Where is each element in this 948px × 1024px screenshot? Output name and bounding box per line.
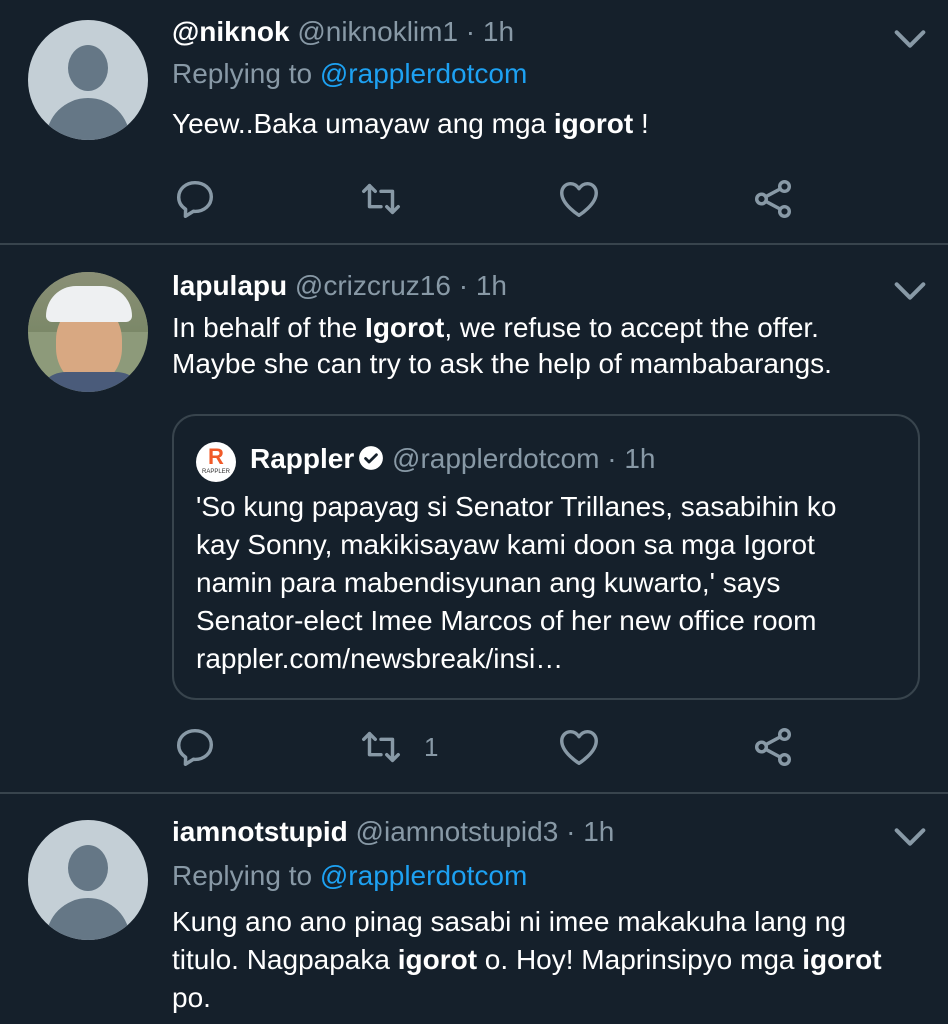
tweet-divider bbox=[0, 243, 948, 245]
text-segment: o. Hoy! Maprinsipyo mga bbox=[477, 944, 803, 975]
text-segment: ! bbox=[633, 108, 649, 139]
avatar-default[interactable] bbox=[28, 20, 148, 140]
tweet-text-line-2: Maybe she can try to ask the help of mam… bbox=[172, 348, 832, 379]
display-name[interactable]: lapulapu bbox=[172, 270, 287, 301]
retweet-icon[interactable] bbox=[358, 176, 404, 222]
tweet-text: Yeew..Baka umayaw ang mga igorot ! bbox=[172, 106, 649, 142]
retweet-icon[interactable] bbox=[358, 724, 404, 770]
timestamp[interactable]: 1h bbox=[476, 270, 507, 301]
quote-link[interactable]: rappler.com/newsbreak/insi… bbox=[196, 640, 563, 678]
rappler-logo[interactable]: R RAPPLER bbox=[196, 442, 236, 482]
replying-to-line: Replying to @rapplerdotcom bbox=[172, 858, 527, 894]
separator-dot: · bbox=[599, 443, 625, 474]
quote-handle[interactable]: @rapplerdotcom bbox=[392, 443, 599, 474]
user-handle[interactable]: @crizcruz16 bbox=[295, 270, 451, 301]
user-handle[interactable]: @iamnotstupid3 bbox=[356, 816, 559, 847]
text-highlight: igorot bbox=[802, 944, 882, 975]
replying-to-line: Replying to @rapplerdotcom bbox=[172, 56, 527, 92]
reply-icon[interactable] bbox=[172, 724, 218, 770]
reply-icon[interactable] bbox=[172, 176, 218, 222]
tweet-text-line-1: In behalf of the Igorot, we refuse to ac… bbox=[172, 310, 819, 346]
display-name[interactable]: @niknok bbox=[172, 16, 290, 47]
share-icon[interactable] bbox=[750, 724, 796, 770]
tweet-text-line-2: titulo. Nagpapaka igorot o. Hoy! Maprins… bbox=[172, 942, 882, 978]
retweet-count: 1 bbox=[424, 732, 439, 762]
rappler-logo-text: RAPPLER bbox=[201, 469, 230, 475]
tweet-divider bbox=[0, 792, 948, 794]
avatar-body-shape bbox=[46, 98, 130, 140]
avatar-photo[interactable] bbox=[28, 272, 148, 392]
quote-text-line: kay Sonny, makikisayaw kami doon sa mga … bbox=[196, 529, 815, 560]
avatar-default[interactable] bbox=[28, 820, 148, 940]
text-highlight: igorot bbox=[397, 944, 478, 975]
text-segment: titulo. Nagpapaka bbox=[172, 944, 398, 975]
quote-text-line: namin para mabendisyunan ang kuwarto,' s… bbox=[196, 567, 781, 598]
separator-dot: · bbox=[450, 270, 476, 301]
user-handle[interactable]: @niknoklim1 bbox=[297, 16, 458, 47]
quote-text-line: Senator-elect Imee Marcos of her new off… bbox=[196, 605, 817, 636]
text-segment: Yeew..Baka umayaw ang mga bbox=[172, 108, 554, 139]
heart-icon[interactable] bbox=[556, 176, 602, 222]
replying-label: Replying to bbox=[172, 860, 313, 891]
quoted-tweet-card[interactable]: R RAPPLER Rappler @rapplerdotcom · 1h 'S… bbox=[172, 414, 920, 700]
tweet-1[interactable]: @niknok @niknoklim1 · 1h Replying to @ra… bbox=[0, 0, 948, 244]
tweet-text-line-1: Kung ano ano pinag sasabi ni imee makaku… bbox=[172, 906, 847, 937]
tweet-text-line-3: po. bbox=[172, 982, 211, 1013]
quote-timestamp[interactable]: 1h bbox=[624, 443, 655, 474]
verified-badge-icon bbox=[359, 446, 384, 470]
text-segment: In behalf of the bbox=[172, 312, 366, 343]
text-highlight: Igorot bbox=[365, 312, 445, 343]
share-icon[interactable] bbox=[750, 176, 796, 222]
timestamp[interactable]: 1h bbox=[483, 16, 514, 47]
separator-dot: · bbox=[558, 816, 584, 847]
tweet-header: iamnotstupid @iamnotstupid3 · 1h bbox=[172, 814, 614, 850]
chevron-down-icon[interactable] bbox=[890, 24, 930, 54]
display-name[interactable]: iamnotstupid bbox=[172, 816, 348, 847]
chevron-down-icon[interactable] bbox=[890, 276, 930, 306]
quote-text-line: 'So kung papayag si Senator Trillanes, s… bbox=[196, 491, 837, 522]
tweet-header: @niknok @niknoklim1 · 1h bbox=[172, 14, 514, 50]
text-segment: , we refuse to accept the offer. bbox=[444, 312, 819, 343]
avatar-body-shape bbox=[46, 898, 130, 940]
avatar-photo-cap bbox=[46, 286, 132, 322]
avatar-head-shape bbox=[68, 845, 108, 891]
replying-label: Replying to bbox=[172, 58, 313, 89]
chevron-down-icon[interactable] bbox=[890, 822, 930, 852]
avatar-head-shape bbox=[68, 45, 108, 91]
quote-header: Rappler @rapplerdotcom · 1h bbox=[250, 440, 655, 478]
text-highlight: igorot bbox=[553, 108, 634, 139]
tweet-header: lapulapu @crizcruz16 · 1h bbox=[172, 268, 507, 304]
mention-link[interactable]: @rapplerdotcom bbox=[320, 860, 527, 891]
quote-display-name[interactable]: Rappler bbox=[250, 443, 354, 474]
mention-link[interactable]: @rapplerdotcom bbox=[320, 58, 527, 89]
avatar-photo-shirt bbox=[36, 372, 146, 392]
separator-dot: · bbox=[458, 16, 483, 47]
timestamp[interactable]: 1h bbox=[583, 816, 614, 847]
heart-icon[interactable] bbox=[556, 724, 602, 770]
rappler-logo-letter: R bbox=[208, 444, 224, 469]
